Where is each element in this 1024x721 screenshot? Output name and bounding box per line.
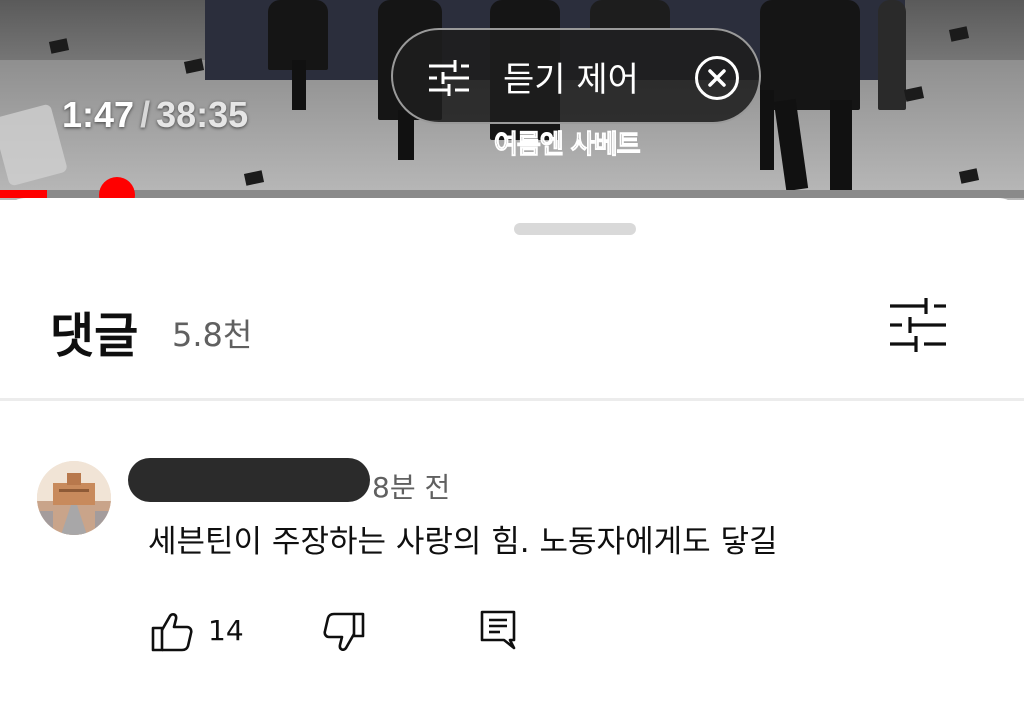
video-floor-tile [948,26,970,42]
video-figure [590,0,670,30]
tune-icon[interactable] [886,296,950,354]
avatar-image [37,461,111,535]
header-divider [0,398,1024,401]
video-figure [878,0,906,110]
video-figure [760,90,774,170]
listen-control-label: 듣기 제어 [503,60,639,100]
tune-icon [429,60,469,96]
comment-text: 세븐틴이 주장하는 사랑의 힘. 노동자에게도 닿길 [148,524,778,560]
video-subtitle: 여름엔 사베트 [494,130,642,161]
progress-track[interactable] [0,190,1024,198]
thumb-down-icon[interactable] [322,610,366,654]
thumb-up-icon[interactable] [150,610,194,654]
reply-icon[interactable] [478,608,518,652]
close-icon [708,69,726,87]
comments-count: 5.8천 [172,316,253,354]
comments-sheet: 댓글 5.8천 8분 전 세븐틴이 주장하는 사랑의 힘. 노동자에게도 닿길 [0,198,1024,721]
video-figure [398,110,414,160]
video-player[interactable]: 1:47/38:35 듣기 제어 여름엔 사베트 [0,0,1024,200]
video-figure [830,100,852,190]
time-display: 1:47/38:35 [62,94,248,136]
time-separator: / [140,94,151,135]
comment-timestamp: 8분 전 [372,471,451,504]
video-figure [292,60,306,110]
progress-fill [0,190,47,198]
comments-title: 댓글 [50,308,139,364]
video-figure [760,0,860,110]
listen-control-pill[interactable]: 듣기 제어 [391,28,761,124]
current-time: 1:47 [62,94,135,135]
close-circle-icon[interactable] [695,56,739,100]
video-duration: 38:35 [156,94,249,135]
author-name-redacted [128,458,370,502]
video-floor-tile [48,38,70,54]
avatar[interactable] [37,461,111,535]
drag-handle[interactable] [514,223,636,235]
like-count: 14 [208,614,244,647]
